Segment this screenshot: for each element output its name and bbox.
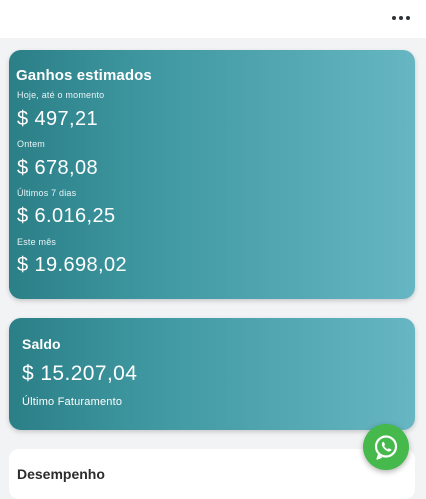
more-horizontal-icon xyxy=(392,16,396,20)
balance-subtitle: Último Faturamento xyxy=(22,396,123,408)
more-options-button[interactable] xyxy=(388,8,414,28)
performance-card: Desempenho xyxy=(9,449,415,499)
whatsapp-button[interactable] xyxy=(363,424,409,470)
earnings-label-7-days: Últimos 7 dias xyxy=(17,188,77,198)
earnings-label-yesterday: Ontem xyxy=(17,139,46,149)
estimated-earnings-card: Ganhos estimados Hoje, até o momento $ 4… xyxy=(9,50,415,299)
card-title: Ganhos estimados xyxy=(16,67,152,84)
balance-amount: $ 15.207,04 xyxy=(22,362,138,385)
balance-card: Saldo $ 15.207,04 Último Faturamento xyxy=(9,318,415,430)
top-bar xyxy=(0,0,426,38)
balance-title: Saldo xyxy=(22,336,61,352)
whatsapp-icon xyxy=(374,435,398,460)
earnings-amount-today: $ 497,21 xyxy=(17,108,99,130)
performance-title: Desempenho xyxy=(17,466,105,482)
earnings-amount-yesterday: $ 678,08 xyxy=(17,157,99,179)
earnings-label-month: Este mês xyxy=(17,237,57,247)
earnings-label-today: Hoje, até o momento xyxy=(17,90,105,100)
earnings-amount-month: $ 19.698,02 xyxy=(17,254,128,276)
earnings-amount-7-days: $ 6.016,25 xyxy=(17,205,116,227)
